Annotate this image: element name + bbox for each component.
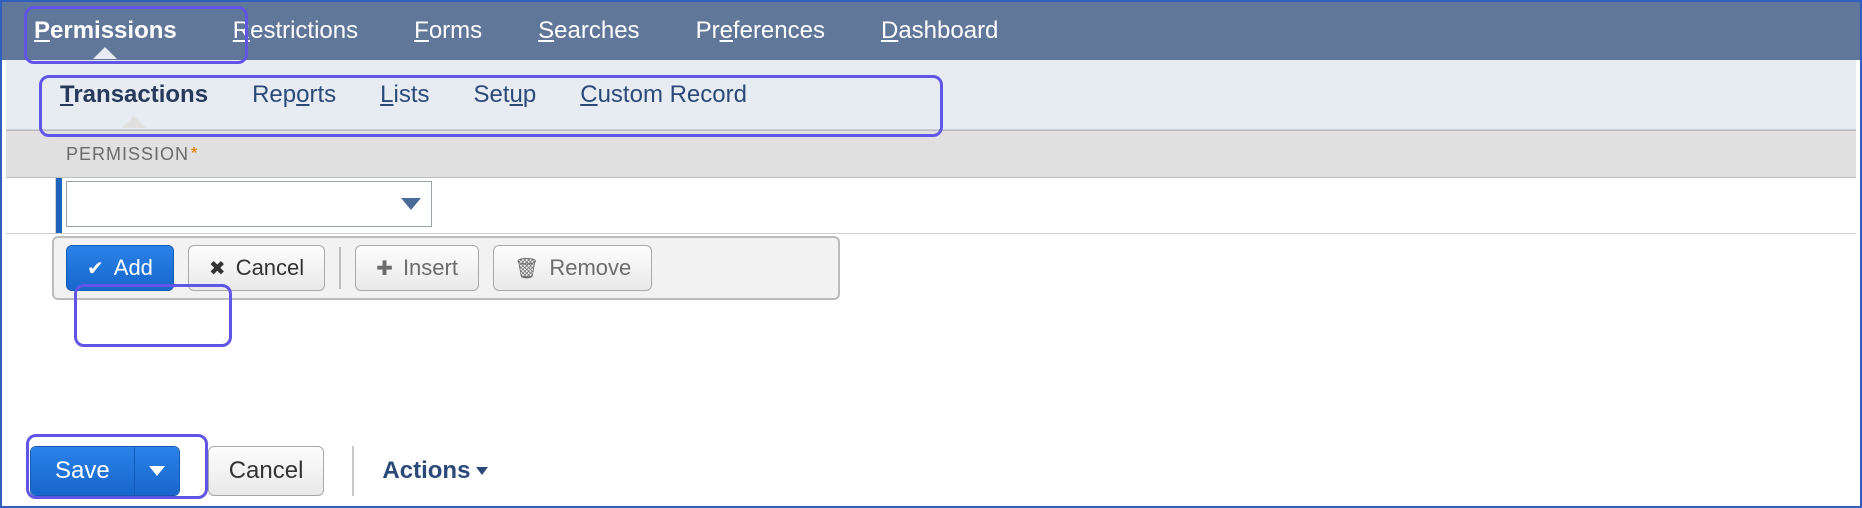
cancel-row-button[interactable]: ✖ Cancel [188, 245, 325, 291]
actions-menu-label: Actions [382, 457, 470, 485]
sub-tab-bar: Transactions Reports Lists Setup Custom … [6, 60, 1856, 130]
subtab-setup[interactable]: Setup [471, 63, 538, 127]
permission-row [6, 178, 1856, 234]
cancel-button-label: Cancel [229, 457, 304, 485]
row-action-bar: ✔ Add ✖ Cancel ✚ Insert 🗑 Remove [52, 236, 840, 300]
separator [352, 446, 354, 496]
permission-cell [56, 178, 1856, 233]
subtab-lists[interactable]: Lists [378, 63, 431, 127]
tab-searches[interactable]: Searches [534, 5, 643, 57]
primary-tab-bar: Permissions Restrictions Forms Searches … [2, 2, 1860, 60]
separator [339, 247, 341, 289]
save-button-label: Save [55, 457, 110, 485]
tab-dashboard[interactable]: Dashboard [877, 5, 1002, 57]
permission-dropdown[interactable] [66, 181, 432, 227]
cancel-row-button-label: Cancel [236, 255, 304, 281]
trash-icon: 🗑 [514, 256, 539, 281]
column-header-permission: PERMISSION [66, 144, 189, 165]
cancel-button[interactable]: Cancel [208, 446, 325, 496]
add-button-label: Add [114, 255, 153, 281]
save-split-button: Save [30, 446, 180, 496]
save-menu-button[interactable] [135, 447, 179, 495]
insert-button-label: Insert [403, 255, 458, 281]
subtab-reports[interactable]: Reports [250, 63, 338, 127]
tab-permissions[interactable]: Permissions [30, 5, 181, 57]
insert-button[interactable]: ✚ Insert [355, 245, 479, 291]
caret-down-icon [476, 467, 488, 475]
x-icon: ✖ [209, 256, 226, 281]
add-button[interactable]: ✔ Add [66, 245, 174, 291]
subtab-transactions[interactable]: Transactions [58, 63, 210, 127]
tab-restrictions[interactable]: Restrictions [229, 5, 362, 57]
row-handle[interactable] [6, 178, 56, 233]
required-asterisk-icon: * [191, 145, 197, 163]
check-icon: ✔ [87, 256, 104, 281]
chevron-down-icon [401, 198, 421, 210]
column-header-row: PERMISSION * [6, 130, 1856, 178]
save-button[interactable]: Save [31, 447, 135, 495]
actions-menu[interactable]: Actions [382, 457, 488, 485]
page-footer-actions: Save Cancel Actions [30, 446, 1844, 496]
tab-forms[interactable]: Forms [410, 5, 486, 57]
remove-button-label: Remove [549, 255, 631, 281]
remove-button[interactable]: 🗑 Remove [493, 245, 652, 291]
tab-preferences[interactable]: Preferences [692, 5, 829, 57]
subtab-custom-record[interactable]: Custom Record [578, 63, 749, 127]
plus-icon: ✚ [376, 256, 393, 281]
caret-down-icon [149, 466, 165, 476]
